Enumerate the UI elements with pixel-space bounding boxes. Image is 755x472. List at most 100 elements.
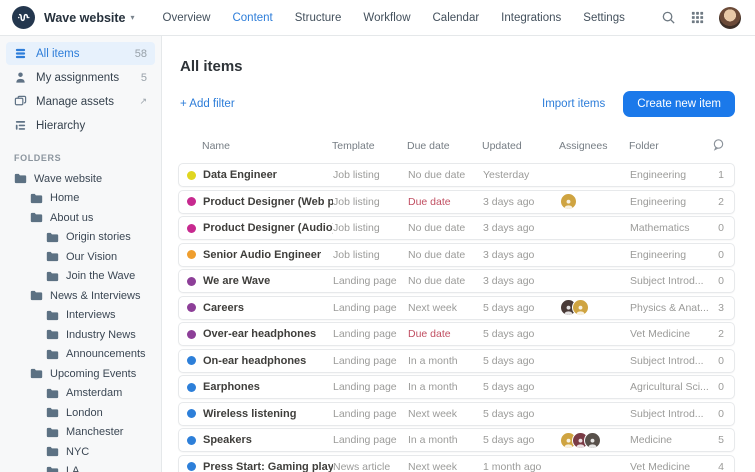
item-name[interactable]: We are Wave (203, 275, 333, 287)
column-name[interactable]: Name (202, 140, 332, 152)
folder-tree-item[interactable]: Upcoming Events (0, 364, 161, 384)
folder-icon (30, 212, 43, 223)
folder-tree-item[interactable]: Manchester (0, 423, 161, 443)
topbar: Wave website ▾ Overview Content Structur… (0, 0, 755, 36)
tab-overview[interactable]: Overview (163, 12, 211, 24)
folder-icon (46, 407, 59, 418)
folder-tree-item[interactable]: Announcements (0, 345, 161, 365)
my-assignments-count: 5 (141, 72, 147, 84)
project-name[interactable]: Wave website (44, 11, 126, 25)
column-assignees[interactable]: Assignees (559, 140, 629, 152)
folder-tree-item[interactable]: Wave website (0, 169, 161, 189)
item-name[interactable]: Over-ear headphones (203, 328, 333, 340)
item-due-date: Due date (408, 328, 483, 340)
column-due-date[interactable]: Due date (407, 140, 482, 152)
folder-icon (14, 173, 27, 184)
item-template: Landing page (333, 328, 408, 340)
folder-tree-item[interactable]: London (0, 403, 161, 423)
table-row[interactable]: We are Wave Landing page No due date 3 d… (178, 269, 735, 293)
table-row[interactable]: Product Designer (Web platfor Job listin… (178, 190, 735, 214)
folder-icon (46, 310, 59, 321)
item-name[interactable]: Speakers (203, 434, 333, 446)
table-row[interactable]: Data Engineer Job listing No due date Ye… (178, 163, 735, 187)
table-row[interactable]: Earphones Landing page In a month 5 days… (178, 375, 735, 399)
content-type-dot (187, 250, 196, 259)
item-name[interactable]: Product Designer (Web platfor (203, 196, 333, 208)
chevron-down-icon[interactable]: ▾ (131, 13, 135, 22)
column-template[interactable]: Template (332, 140, 407, 152)
item-comment-count: 0 (710, 222, 734, 234)
tab-settings[interactable]: Settings (583, 12, 625, 24)
folder-name: Our Vision (66, 251, 117, 263)
table-row[interactable]: Product Designer (Audio) Job listing No … (178, 216, 735, 240)
folder-icon (30, 290, 43, 301)
sidebar-item-manage-assets[interactable]: Manage assets ↗ (6, 90, 155, 113)
table-row[interactable]: Wireless listening Landing page Next wee… (178, 402, 735, 426)
folder-tree-item[interactable]: News & Interviews (0, 286, 161, 306)
folder-tree-item[interactable]: NYC (0, 442, 161, 462)
item-name[interactable]: Data Engineer (203, 169, 333, 181)
folder-tree-item[interactable]: Amsterdam (0, 384, 161, 404)
content-type-dot (187, 277, 196, 286)
tab-calendar[interactable]: Calendar (433, 12, 480, 24)
sidebar-item-hierarchy[interactable]: Hierarchy (6, 114, 155, 137)
item-updated: Yesterday (483, 169, 560, 181)
item-folder: Subject Introd... (630, 408, 710, 420)
item-assignees (560, 299, 630, 316)
item-comment-count: 0 (710, 408, 734, 420)
item-template: Job listing (333, 249, 408, 261)
item-name[interactable]: Earphones (203, 381, 333, 393)
item-name[interactable]: On-ear headphones (203, 355, 333, 367)
item-name[interactable]: Senior Audio Engineer (203, 249, 333, 261)
folder-name: Join the Wave (66, 270, 135, 282)
import-items-link[interactable]: Import items (542, 98, 605, 110)
item-template: Job listing (333, 222, 408, 234)
column-updated[interactable]: Updated (482, 140, 559, 152)
item-due-date: No due date (408, 169, 483, 181)
folder-tree-item[interactable]: About us (0, 208, 161, 228)
folder-tree-item[interactable]: Home (0, 189, 161, 209)
item-folder: Engineering (630, 196, 710, 208)
content-type-dot (187, 330, 196, 339)
table-row[interactable]: Press Start: Gaming playlists a News art… (178, 455, 735, 472)
table-row[interactable]: Senior Audio Engineer Job listing No due… (178, 243, 735, 267)
table-row[interactable]: Speakers Landing page In a month 5 days … (178, 428, 735, 452)
item-updated: 3 days ago (483, 196, 560, 208)
add-filter-link[interactable]: + Add filter (180, 98, 235, 110)
tab-integrations[interactable]: Integrations (501, 12, 561, 24)
sidebar-item-my-assignments[interactable]: My assignments 5 (6, 66, 155, 89)
tab-content[interactable]: Content (232, 12, 272, 24)
item-name[interactable]: Product Designer (Audio) (203, 222, 333, 234)
search-icon[interactable] (661, 10, 676, 25)
tab-workflow[interactable]: Workflow (363, 12, 410, 24)
folder-tree-item[interactable]: Join the Wave (0, 267, 161, 287)
sidebar: All items 58 My assignments 5 Manage ass… (0, 36, 162, 472)
user-avatar[interactable] (719, 7, 741, 29)
item-template: News article (333, 461, 408, 472)
apps-grid-icon[interactable] (690, 10, 705, 25)
item-folder: Vet Medicine (630, 461, 710, 472)
folder-tree-item[interactable]: Industry News (0, 325, 161, 345)
item-name[interactable]: Press Start: Gaming playlists a (203, 461, 333, 472)
folder-tree-item[interactable]: Interviews (0, 306, 161, 326)
table-row[interactable]: Over-ear headphones Landing page Due dat… (178, 322, 735, 346)
tab-structure[interactable]: Structure (295, 12, 342, 24)
table-row[interactable]: Careers Landing page Next week 5 days ag… (178, 296, 735, 320)
create-new-item-button[interactable]: Create new item (623, 91, 735, 117)
item-name[interactable]: Wireless listening (203, 408, 333, 420)
folder-tree-item[interactable]: Our Vision (0, 247, 161, 267)
folder-icon (46, 251, 59, 262)
item-folder: Engineering (630, 249, 710, 261)
item-template: Landing page (333, 302, 408, 314)
folder-tree-item[interactable]: Origin stories (0, 228, 161, 248)
sidebar-item-all-items[interactable]: All items 58 (6, 42, 155, 65)
assignee-avatar (560, 193, 577, 210)
folder-icon (30, 368, 43, 379)
table-row[interactable]: On-ear headphones Landing page In a mont… (178, 349, 735, 373)
item-name[interactable]: Careers (203, 302, 333, 314)
item-comment-count: 4 (710, 461, 734, 472)
folder-tree-item[interactable]: LA (0, 462, 161, 472)
folder-name: Home (50, 192, 79, 204)
item-comment-count: 0 (710, 275, 734, 287)
column-folder[interactable]: Folder (629, 140, 709, 152)
